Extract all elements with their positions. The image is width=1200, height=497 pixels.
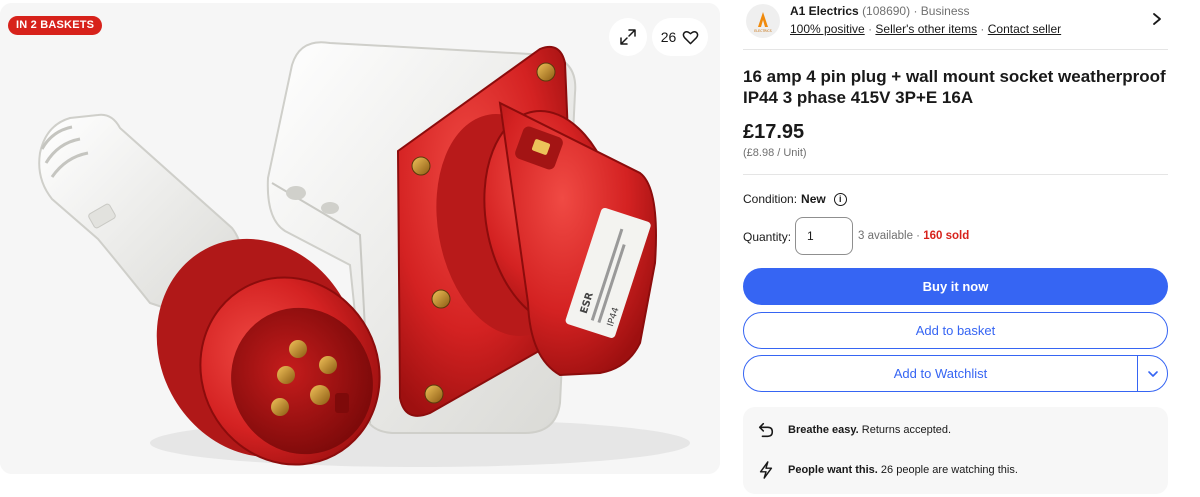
quantity-label: Quantity: xyxy=(743,230,792,244)
lightning-icon xyxy=(759,461,773,479)
quantity-availability: 3 available · 160 sold xyxy=(858,230,969,242)
watch-count: 26 xyxy=(660,29,677,45)
item-condition: Condition: New i xyxy=(743,192,847,206)
add-to-watchlist-button[interactable]: Add to Watchlist xyxy=(744,356,1137,391)
in-basket-badge: IN 2 BASKETS xyxy=(8,16,103,35)
seller-name: A1 Electrics xyxy=(790,4,859,18)
unit-price: (£8.98 / Unit) xyxy=(743,147,807,159)
quantity-input[interactable]: 1 xyxy=(795,217,853,255)
seller-logo-mark: ELECTRICS xyxy=(754,12,772,33)
product-image[interactable]: ESR IP44 xyxy=(0,3,720,474)
item-title: 16 amp 4 pin plug + wall mount socket we… xyxy=(743,67,1166,107)
item-highlights: Breathe easy. Returns accepted. People w… xyxy=(743,407,1168,494)
seller-feedback-count: (108690) xyxy=(862,4,911,18)
heart-icon xyxy=(682,30,699,44)
seller-logo[interactable]: ELECTRICS xyxy=(746,4,780,38)
item-details-panel: ELECTRICS A1 Electrics (108690) · Busine… xyxy=(743,0,1168,497)
item-price: £17.95 xyxy=(743,121,805,143)
seller-other-items-link[interactable]: Seller's other items xyxy=(875,22,977,36)
expand-icon xyxy=(620,29,636,45)
highlight-title: Breathe easy. xyxy=(788,424,859,436)
watchlist-dropdown-button[interactable] xyxy=(1138,356,1167,391)
seller-card[interactable]: ELECTRICS A1 Electrics (108690) · Busine… xyxy=(743,0,1168,50)
chevron-down-icon xyxy=(1148,370,1158,377)
separator: · xyxy=(913,4,918,18)
available-count: 3 available xyxy=(858,230,913,242)
highlight-watchers: People want this. 26 people are watching… xyxy=(757,460,1018,480)
return-icon xyxy=(758,422,774,438)
separator: · xyxy=(868,22,873,36)
add-to-watchlist-group: Add to Watchlist xyxy=(743,355,1168,392)
watch-count-button[interactable]: 26 xyxy=(652,18,708,56)
condition-value: New xyxy=(801,192,826,206)
contact-seller-link[interactable]: Contact seller xyxy=(988,22,1061,36)
highlight-returns: Breathe easy. Returns accepted. xyxy=(757,421,951,439)
seller-type: Business xyxy=(920,4,970,18)
condition-label: Condition: xyxy=(743,192,798,206)
info-icon[interactable]: i xyxy=(833,192,847,206)
seller-links: 100% positive · Seller's other items · C… xyxy=(790,22,1061,36)
divider xyxy=(743,174,1168,175)
seller-positive-link[interactable]: 100% positive xyxy=(790,22,865,36)
separator: · xyxy=(912,230,924,242)
seller-logo-text: ELECTRICS xyxy=(754,29,771,33)
sold-count: 160 sold xyxy=(923,230,970,242)
highlight-text: 26 people are watching this. xyxy=(880,464,1018,476)
separator: · xyxy=(980,22,985,36)
seller-name-line: A1 Electrics (108690) · Business xyxy=(790,4,970,18)
chevron-right-icon[interactable] xyxy=(1152,12,1162,26)
buy-it-now-button[interactable]: Buy it now xyxy=(743,268,1168,305)
expand-image-button[interactable] xyxy=(609,18,647,56)
highlight-title: People want this. xyxy=(788,464,878,476)
product-image-gallery[interactable]: ESR IP44 IN 2 BASKETS 26 xyxy=(0,3,720,474)
highlight-text: Returns accepted. xyxy=(861,424,952,436)
add-to-basket-button[interactable]: Add to basket xyxy=(743,312,1168,349)
